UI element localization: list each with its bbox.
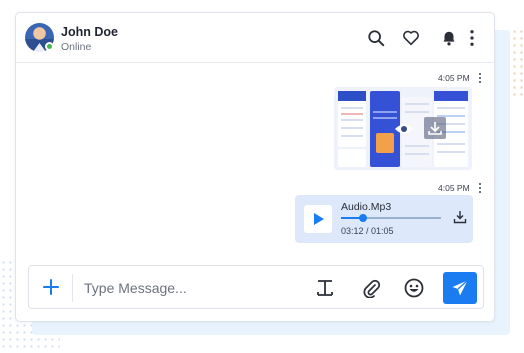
paperclip-icon[interactable]: [361, 278, 381, 298]
download-icon[interactable]: [424, 117, 446, 139]
message-options-icon[interactable]: [478, 183, 482, 195]
audio-file-name: Audio.Mp3: [341, 201, 392, 213]
thumb-screen: [338, 149, 366, 167]
text-format-icon[interactable]: [315, 278, 335, 298]
message-input[interactable]: [84, 277, 284, 299]
contact-status: Online: [61, 41, 92, 53]
image-attachment[interactable]: [334, 87, 472, 170]
message-composer: [28, 265, 484, 309]
heart-icon[interactable]: [402, 29, 420, 47]
play-button[interactable]: [304, 205, 332, 233]
plus-icon[interactable]: [42, 278, 60, 296]
emoji-icon[interactable]: [404, 278, 424, 298]
eye-icon[interactable]: [394, 122, 414, 136]
audio-message: Audio.Mp3 03:12 / 01:05: [295, 195, 473, 243]
send-button[interactable]: [443, 272, 477, 304]
download-icon[interactable]: [453, 210, 467, 224]
audio-progress-knob[interactable]: [359, 214, 367, 222]
more-vertical-icon[interactable]: [468, 29, 476, 47]
divider: [72, 274, 73, 302]
message-options-icon[interactable]: [478, 73, 482, 85]
chat-header: John Doe Online: [16, 13, 494, 63]
message-time: 4:05 PM: [438, 183, 470, 193]
contact-name: John Doe: [61, 25, 118, 39]
audio-time: 03:12 / 01:05: [341, 226, 394, 236]
send-icon: [452, 280, 468, 296]
search-icon[interactable]: [367, 29, 385, 47]
message-time: 4:05 PM: [438, 73, 470, 83]
online-indicator: [45, 42, 54, 51]
chat-window: John Doe Online 4:05 PM 4:05 PM Audio.Mp…: [15, 12, 495, 322]
message-list: 4:05 PM 4:05 PM Audio.Mp3 03:12 / 01:05: [16, 63, 494, 263]
thumb-screen: [338, 91, 366, 147]
bell-icon[interactable]: [440, 29, 458, 47]
audio-progress-slider[interactable]: [341, 214, 441, 222]
